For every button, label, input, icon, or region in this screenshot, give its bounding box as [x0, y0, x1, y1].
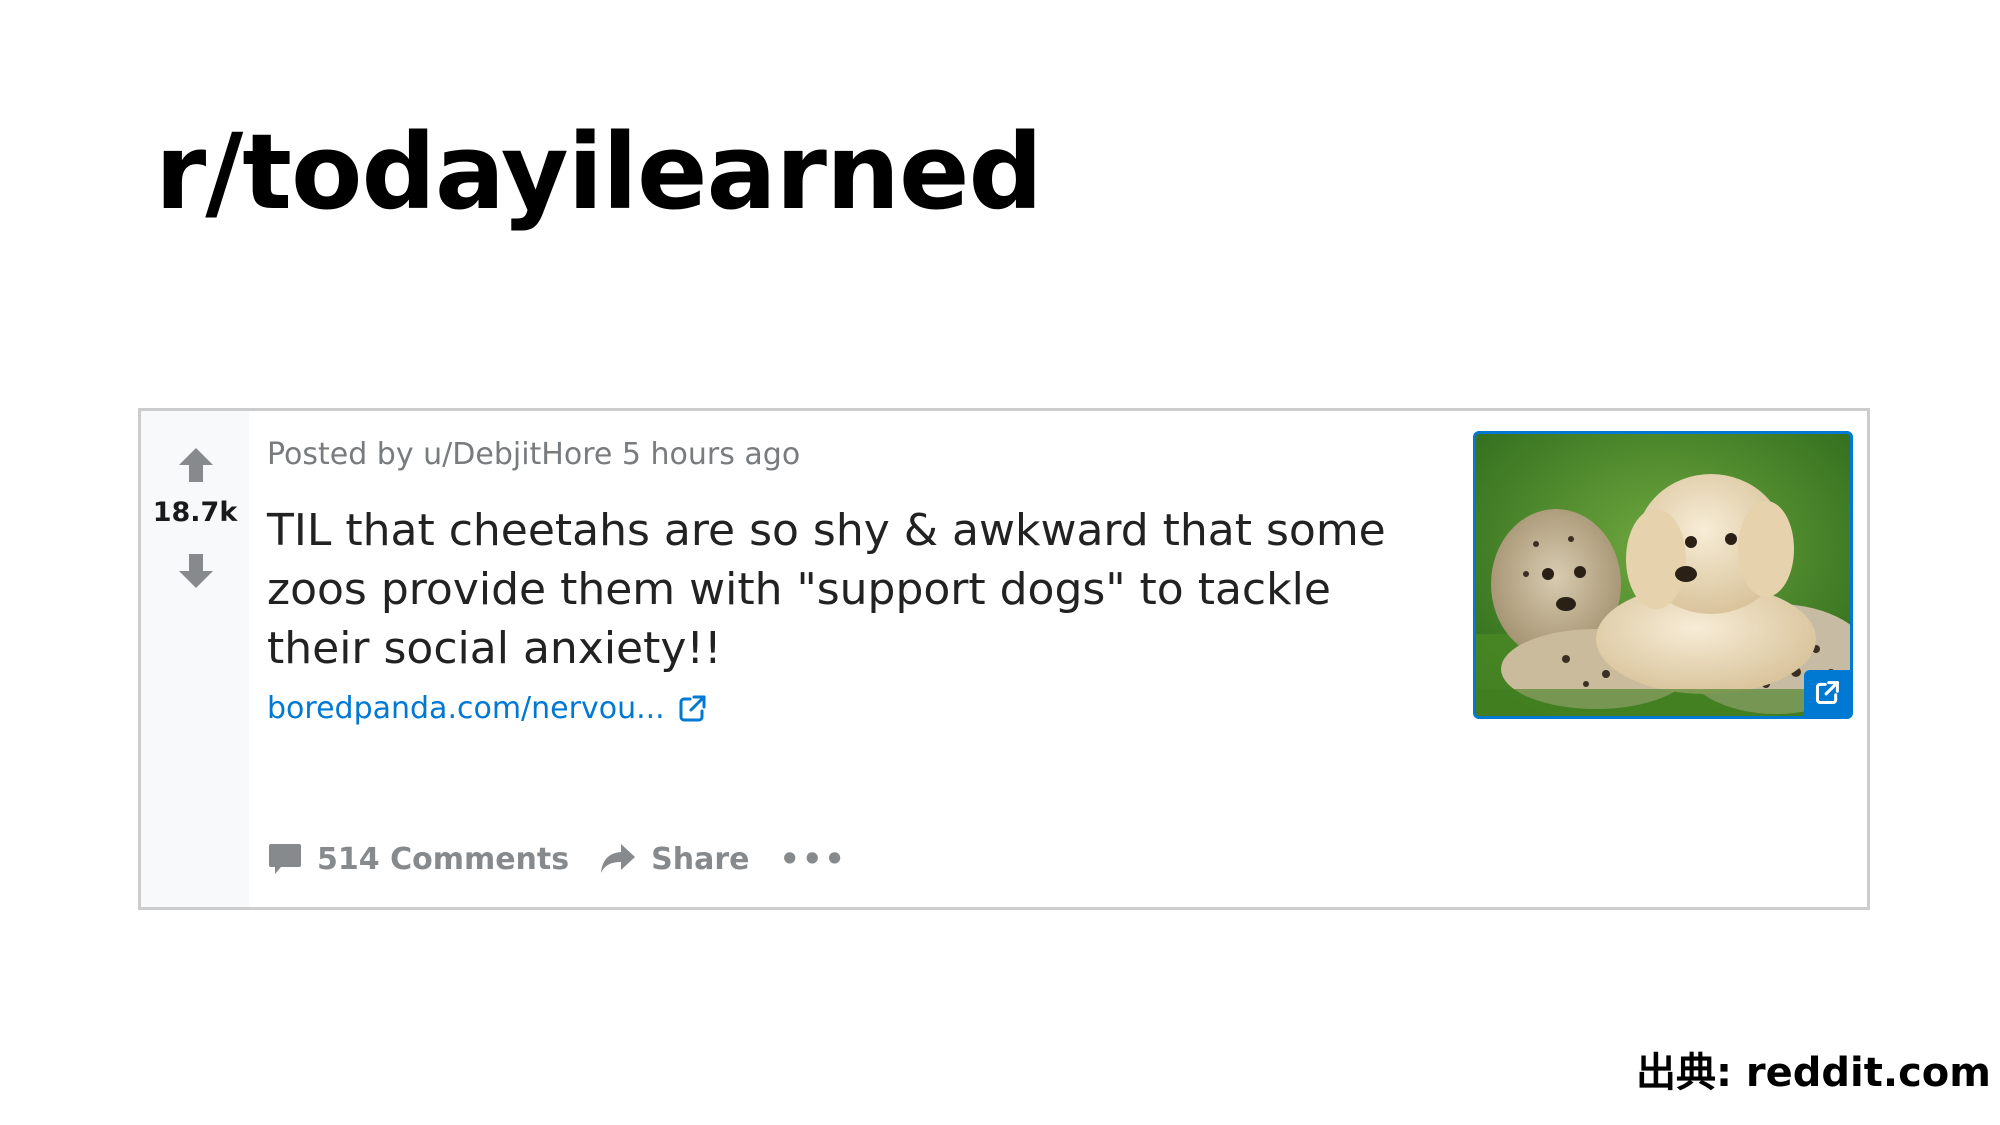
source-credit: 出典: reddit.com	[1636, 1050, 1991, 1096]
thumbnail-external-link[interactable]	[1804, 670, 1850, 716]
comments-label: 514 Comments	[317, 841, 570, 877]
author-link[interactable]: u/DebjitHore	[423, 437, 612, 472]
arrow-up-icon[interactable]	[176, 445, 216, 485]
comments-button[interactable]: 514 Comments	[267, 841, 569, 877]
slide-title: r/todayilearned	[155, 111, 1043, 233]
share-button[interactable]: Share	[599, 841, 749, 877]
post-title[interactable]: TIL that cheetahs are so shy & awkward t…	[267, 501, 1417, 678]
post-card[interactable]: 18.7k Posted by u/DebjitHore 5 hours ago…	[138, 408, 1870, 910]
post-actions: 514 Comments Share •••	[267, 841, 847, 877]
comment-bubble-icon	[269, 844, 301, 874]
post-body: Posted by u/DebjitHore 5 hours ago TIL t…	[267, 411, 1437, 907]
vote-column: 18.7k	[141, 411, 249, 907]
post-domain-text: boredpanda.com/nervou...	[267, 691, 665, 726]
posted-by-label: Posted by	[267, 437, 414, 472]
post-time: 5 hours ago	[621, 437, 801, 472]
external-link-icon	[679, 695, 706, 721]
vote-score: 18.7k	[152, 497, 238, 528]
share-arrow-icon	[601, 844, 636, 873]
arrow-down-icon[interactable]	[176, 551, 216, 591]
thumbnail-image	[1476, 434, 1850, 716]
more-options-icon[interactable]: •••	[779, 843, 846, 875]
share-label: Share	[651, 841, 750, 877]
post-domain-link[interactable]: boredpanda.com/nervou...	[267, 691, 707, 726]
post-thumbnail[interactable]	[1473, 431, 1853, 719]
post-meta: Posted by u/DebjitHore 5 hours ago	[267, 437, 800, 472]
external-link-icon	[1815, 681, 1839, 705]
